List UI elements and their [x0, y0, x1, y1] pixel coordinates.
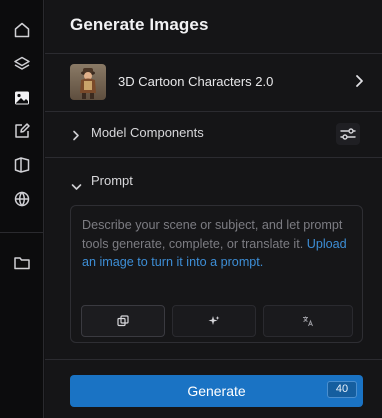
model-components-label: Model Components [91, 125, 204, 140]
divider [45, 359, 382, 360]
folder-icon[interactable] [11, 252, 33, 274]
translate-icon [303, 316, 313, 327]
left-icon-rail [0, 0, 44, 418]
prompt-section-label: Prompt [91, 173, 133, 188]
generate-label: Generate [187, 383, 246, 399]
prompt-placeholder-text: Describe your scene or subject, and let … [82, 218, 343, 251]
layers-icon[interactable] [11, 53, 33, 75]
divider [45, 157, 382, 158]
prompt-placeholder[interactable]: Describe your scene or subject, and let … [82, 216, 354, 272]
model-components-section[interactable]: Model Components [45, 112, 382, 156]
settings-sliders-button[interactable] [336, 123, 360, 145]
chevron-down-icon [71, 178, 82, 196]
generate-button[interactable]: Generate 40 [70, 375, 363, 407]
cube-icon[interactable] [11, 154, 33, 176]
rail-divider [0, 232, 44, 233]
page-title: Generate Images [70, 15, 209, 34]
character-thumbnail [70, 64, 106, 100]
model-selector[interactable]: 3D Cartoon Characters 2.0 [45, 53, 382, 111]
home-icon[interactable] [11, 19, 33, 41]
sliders-icon [340, 128, 356, 140]
prompt-textarea[interactable]: Describe your scene or subject, and let … [70, 205, 363, 343]
prompt-translate-button[interactable] [263, 305, 353, 337]
prompt-enhance-button[interactable] [172, 305, 256, 337]
globe-icon[interactable] [11, 188, 33, 210]
token-cost-badge: 40 [327, 381, 357, 398]
model-name: 3D Cartoon Characters 2.0 [118, 74, 274, 89]
generate-panel: Generate Images 3D Cartoon Characters 2.… [45, 0, 382, 418]
chevron-right-icon [72, 128, 80, 146]
prompt-section-header[interactable]: Prompt [45, 160, 382, 204]
edit-icon[interactable] [11, 120, 33, 142]
prompt-copy-button[interactable] [81, 305, 165, 337]
copy-icon [117, 315, 129, 327]
chevron-right-icon [354, 74, 364, 93]
image-icon[interactable] [11, 87, 33, 109]
sparkle-icon [208, 316, 220, 325]
